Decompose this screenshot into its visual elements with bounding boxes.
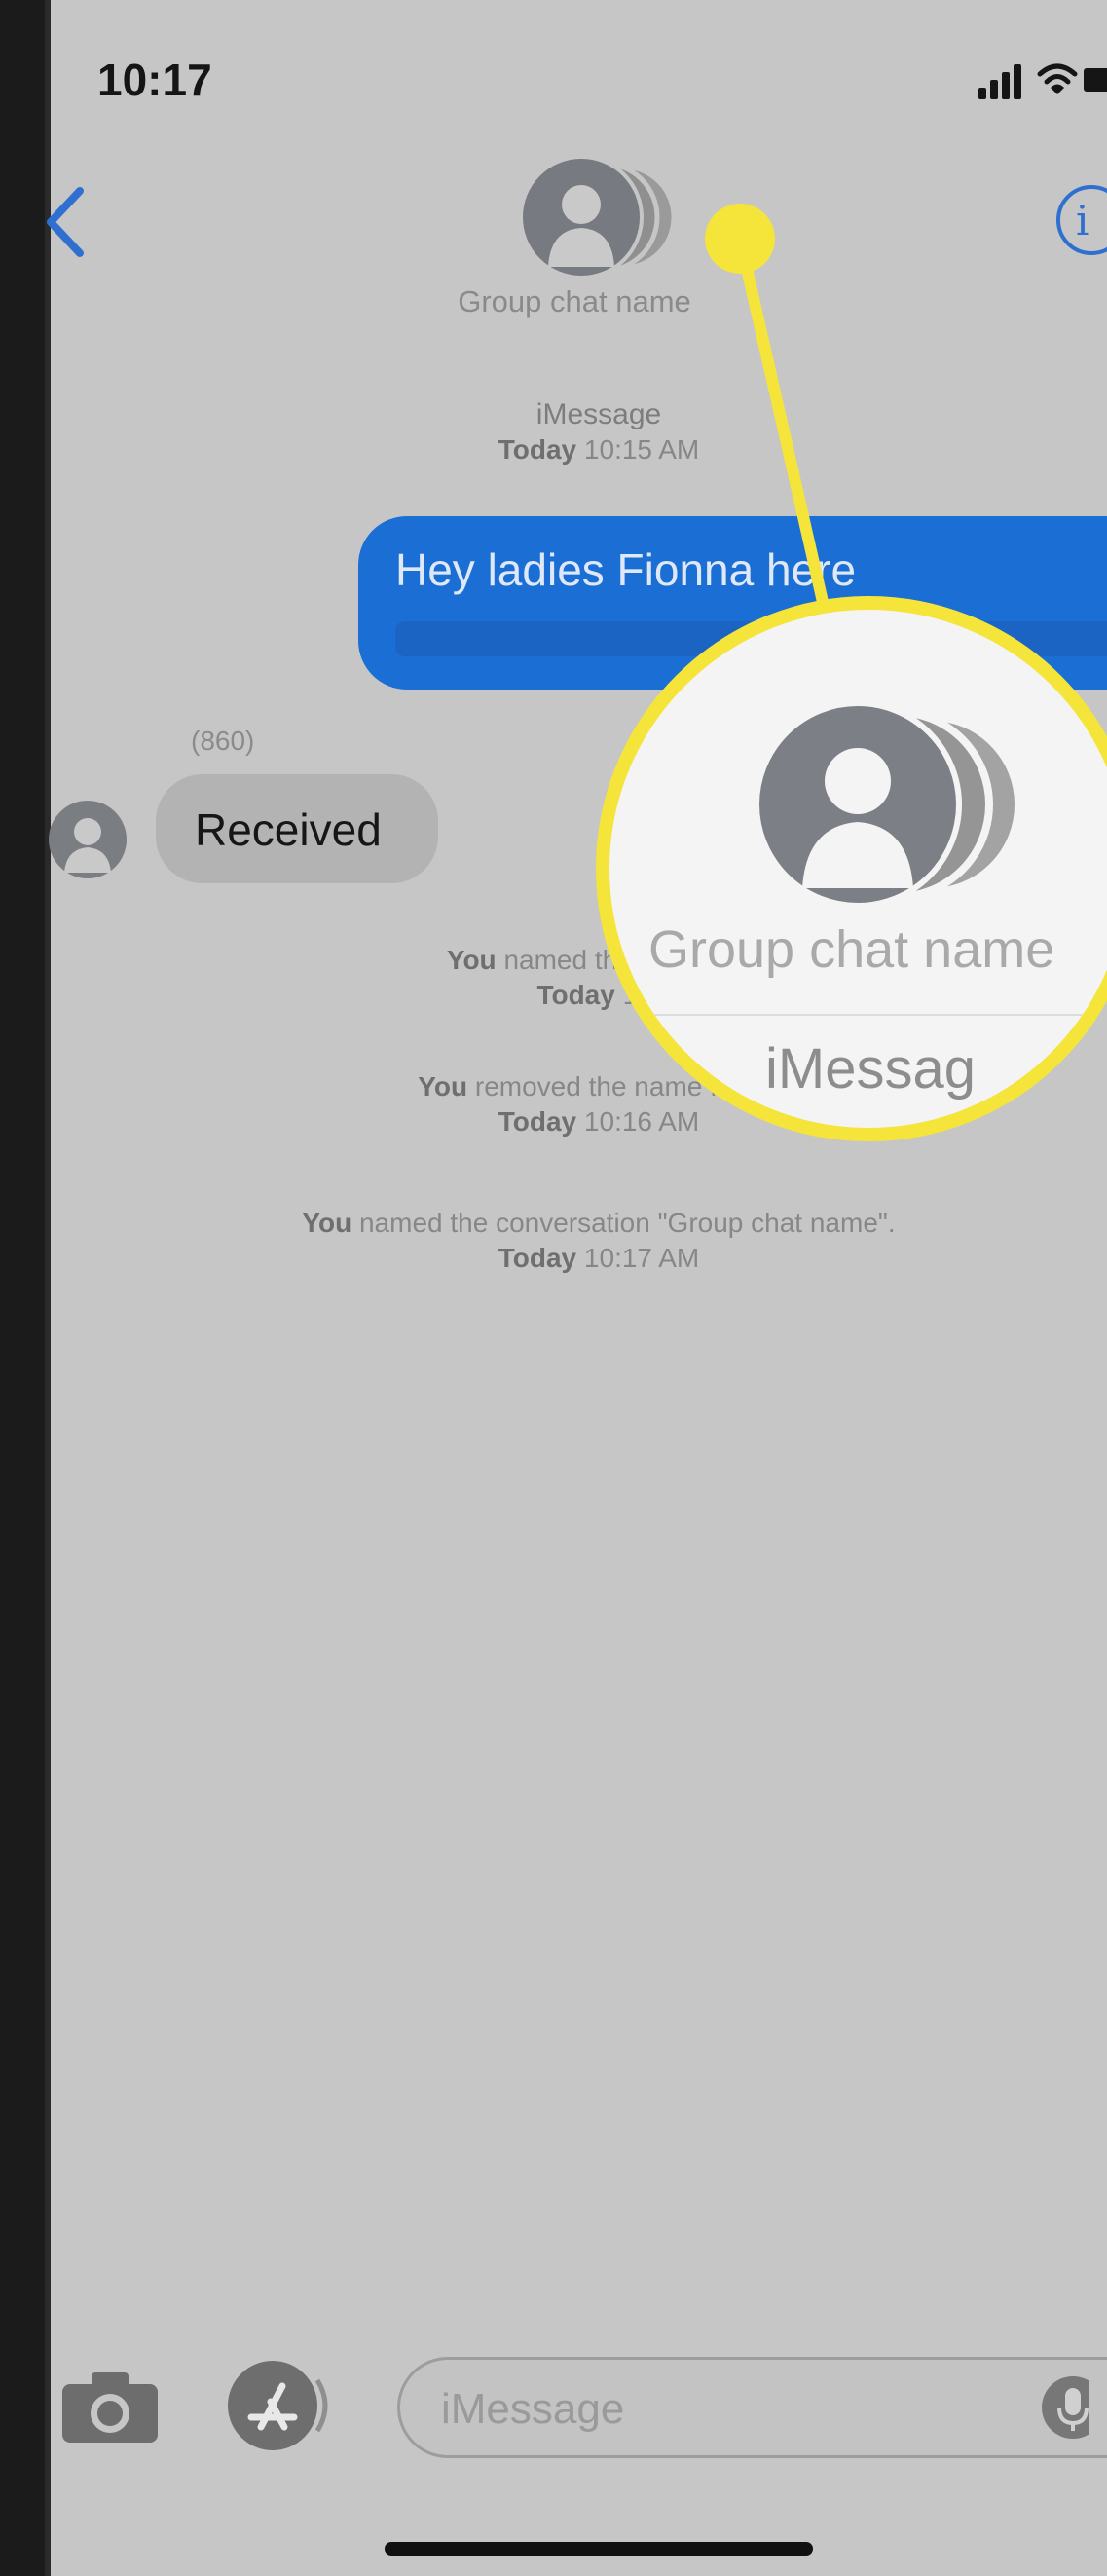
group-chat-name[interactable]: Group chat name [380, 284, 769, 319]
received-message-bubble[interactable]: Received [156, 774, 438, 883]
magnifier-callout: Group chat name iMessag [596, 596, 1107, 1141]
battery-icon [1084, 68, 1107, 92]
home-indicator[interactable] [385, 2542, 813, 2556]
screenshot-frame: 10:17 Group chat name i iMessage Today 1… [0, 0, 1107, 2576]
wifi-icon [1037, 63, 1078, 94]
message-input-placeholder: iMessage [441, 2385, 625, 2433]
status-time: 10:17 [97, 55, 212, 105]
status-icons [961, 60, 1107, 99]
contact-avatar-icon[interactable] [47, 799, 129, 880]
sent-message-text: Hey ladies Fionna here [395, 544, 857, 595]
group-avatar-icon[interactable] [501, 154, 696, 280]
magnifier-divider [609, 1014, 1107, 1016]
thread-service-header: iMessage Today 10:15 AM [161, 397, 1037, 467]
info-glyph: i [1076, 197, 1089, 244]
microphone-icon[interactable] [1042, 2376, 1089, 2439]
magnified-service-label: iMessag [765, 1037, 976, 1101]
app-store-icon[interactable] [224, 2357, 331, 2454]
device-bezel [0, 0, 51, 2576]
first-timestamp: Today 10:15 AM [498, 434, 700, 465]
group-avatar-icon [754, 700, 1022, 909]
chevron-left-icon[interactable] [37, 183, 95, 261]
sender-label: (860) [191, 726, 255, 756]
magnified-group-name: Group chat name [648, 920, 1055, 979]
camera-icon[interactable] [58, 2369, 162, 2446]
info-icon[interactable]: i [1056, 185, 1107, 255]
message-input[interactable]: iMessage [397, 2357, 1107, 2458]
received-message-text: Received [195, 804, 382, 855]
service-label: iMessage [535, 398, 662, 430]
event-notice: You named the conversation "Group chat n… [302, 1208, 896, 1273]
